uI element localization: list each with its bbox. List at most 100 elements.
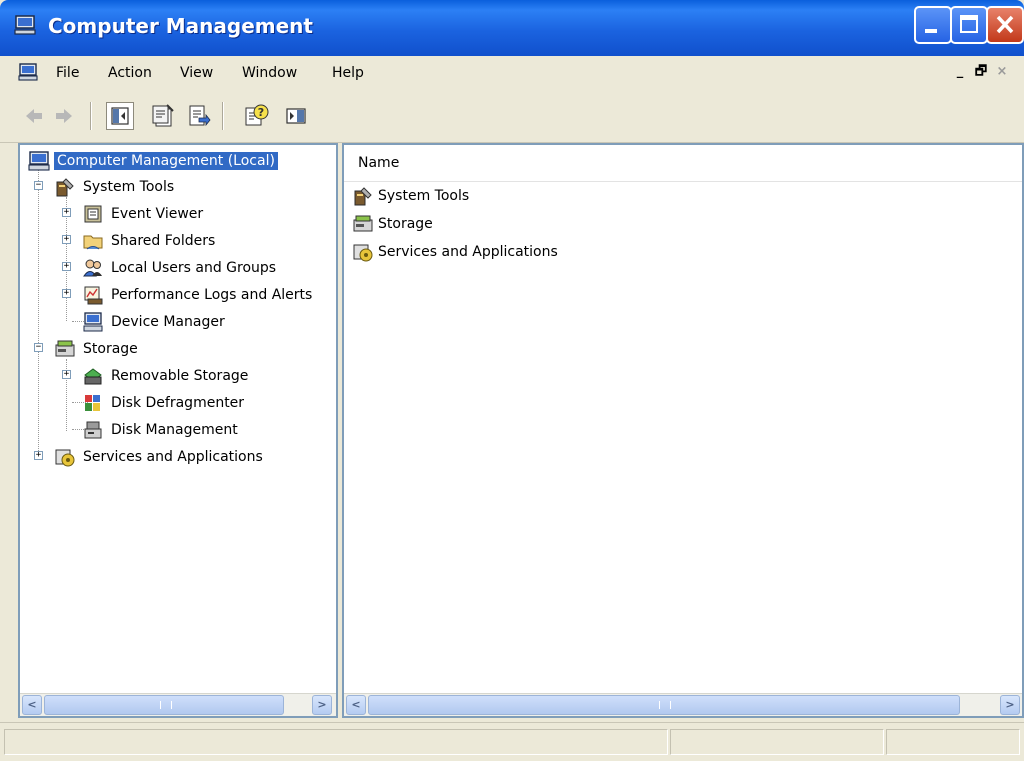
- scroll-left-button[interactable]: <: [346, 695, 366, 715]
- list-item-storage[interactable]: Storage: [352, 211, 433, 237]
- expand-toggle[interactable]: +: [62, 208, 71, 217]
- tree-node-storage[interactable]: Storage: [54, 337, 141, 361]
- mdi-controls: _ 🗗 ×: [950, 62, 1014, 84]
- results-horizontal-scrollbar[interactable]: < >: [344, 693, 1022, 716]
- computer-management-icon: [14, 15, 36, 35]
- toolbar-separator: [222, 102, 224, 130]
- collapse-toggle[interactable]: −: [34, 343, 43, 352]
- performance-logs-icon: [84, 286, 103, 305]
- scroll-thumb[interactable]: [368, 695, 960, 715]
- tree-node-disk-management[interactable]: Disk Management: [82, 418, 241, 442]
- toolbar-separator: [90, 102, 92, 130]
- shared-folder-icon: [83, 235, 103, 250]
- list-item-system-tools[interactable]: System Tools: [352, 183, 469, 209]
- disk-defragmenter-icon: [85, 395, 100, 411]
- mdi-minimize-button[interactable]: _: [950, 62, 970, 82]
- disk-management-icon: [84, 421, 102, 439]
- show-hide-console-tree-icon: [111, 107, 129, 125]
- menu-action[interactable]: Action: [108, 65, 152, 81]
- tree-label: Event Viewer: [111, 206, 204, 222]
- tree-node-local-users-and-groups[interactable]: Local Users and Groups: [82, 256, 279, 280]
- list-item-services-and-applications[interactable]: Services and Applications: [352, 239, 558, 265]
- forward-icon[interactable]: [50, 102, 78, 130]
- tree-node-performance-logs-and-alerts[interactable]: Performance Logs and Alerts: [82, 283, 315, 307]
- maximize-button[interactable]: [950, 6, 988, 44]
- services-and-applications-icon: [55, 449, 75, 467]
- status-bar: [0, 722, 1024, 761]
- menu-view[interactable]: View: [180, 65, 213, 81]
- status-panel-2: [670, 729, 884, 755]
- column-header[interactable]: Name: [344, 145, 1022, 182]
- tree-node-services-and-applications[interactable]: Services and Applications: [54, 445, 266, 469]
- console-icon[interactable]: [18, 62, 38, 82]
- tree-node-device-manager[interactable]: Device Manager: [82, 310, 228, 334]
- expand-toggle[interactable]: +: [62, 289, 71, 298]
- console-tree[interactable]: Computer Management (Local) − System Too…: [18, 143, 338, 718]
- tree-label: System Tools: [83, 179, 175, 195]
- scroll-right-button[interactable]: >: [1000, 695, 1020, 715]
- menu-file[interactable]: File: [56, 65, 79, 81]
- menu-help[interactable]: Help: [332, 65, 364, 81]
- maximize-icon: [960, 15, 978, 33]
- expand-toggle[interactable]: +: [62, 235, 71, 244]
- scroll-left-button[interactable]: <: [22, 695, 42, 715]
- expand-toggle[interactable]: +: [62, 262, 71, 271]
- show-hide-console-tree-button[interactable]: [106, 102, 134, 130]
- list-item-label: Services and Applications: [378, 244, 558, 260]
- window-title: Computer Management: [48, 14, 313, 38]
- tree-node-event-viewer[interactable]: Event Viewer: [82, 202, 206, 226]
- tree-label: Shared Folders: [111, 233, 216, 249]
- tree-label: Disk Defragmenter: [111, 395, 245, 411]
- menu-window[interactable]: Window: [242, 65, 297, 81]
- expand-toggle[interactable]: +: [62, 370, 71, 379]
- event-viewer-icon: [84, 205, 102, 223]
- list-item-label: Storage: [378, 216, 433, 232]
- computer-icon: [28, 151, 50, 171]
- mdi-close-button[interactable]: ×: [992, 62, 1012, 82]
- system-tools-icon: [354, 187, 372, 206]
- status-panel-main: [4, 729, 668, 755]
- tree-horizontal-scrollbar[interactable]: < >: [20, 693, 336, 716]
- computer-management-window: Computer Management File Action View Win…: [0, 0, 1024, 761]
- properties-icon[interactable]: [150, 102, 178, 130]
- tree-label: Removable Storage: [111, 368, 249, 384]
- results-pane[interactable]: Name System Tools Storage Services and A…: [342, 143, 1024, 718]
- help-icon[interactable]: ?: [242, 102, 270, 130]
- expand-toggle[interactable]: +: [34, 451, 43, 460]
- tree-node-removable-storage[interactable]: Removable Storage: [82, 364, 251, 388]
- storage-icon: [55, 340, 75, 357]
- show-hide-action-pane-icon[interactable]: [282, 102, 310, 130]
- users-icon: [83, 259, 102, 277]
- tree-node-disk-defragmenter[interactable]: Disk Defragmenter: [82, 391, 247, 415]
- minimize-icon: [925, 29, 937, 33]
- toolbar: ?: [0, 90, 1024, 143]
- back-icon[interactable]: [20, 102, 48, 130]
- tree-label: Performance Logs and Alerts: [111, 287, 313, 303]
- minimize-button[interactable]: [914, 6, 952, 44]
- services-and-applications-icon: [353, 244, 373, 262]
- scroll-grip: [659, 701, 671, 709]
- menu-bar: File Action View Window Help _ 🗗 ×: [0, 56, 1024, 91]
- tree-connector: [38, 169, 39, 455]
- list-item-label: System Tools: [378, 188, 470, 204]
- scroll-thumb[interactable]: [44, 695, 284, 715]
- tree-node-computer-management-local[interactable]: Computer Management (Local): [28, 149, 278, 173]
- tree-label: Disk Management: [111, 422, 238, 438]
- scroll-grip: [160, 701, 172, 709]
- export-list-icon[interactable]: [184, 102, 212, 130]
- tree-label: Local Users and Groups: [111, 260, 277, 276]
- column-header-name[interactable]: Name: [358, 155, 399, 171]
- close-button[interactable]: [986, 6, 1024, 44]
- mdi-restore-button[interactable]: 🗗: [971, 62, 991, 82]
- removable-storage-icon: [84, 368, 102, 385]
- tree-label: Device Manager: [111, 314, 225, 330]
- tree-label: Storage: [83, 341, 138, 357]
- tree-node-shared-folders[interactable]: Shared Folders: [82, 229, 218, 253]
- collapse-toggle[interactable]: −: [34, 181, 43, 190]
- title-bar[interactable]: Computer Management: [0, 0, 1024, 56]
- device-manager-icon: [83, 312, 103, 332]
- tree-label: Computer Management (Local): [54, 152, 278, 170]
- tree-node-system-tools[interactable]: System Tools: [54, 175, 177, 199]
- tree-label: Services and Applications: [83, 449, 263, 465]
- scroll-right-button[interactable]: >: [312, 695, 332, 715]
